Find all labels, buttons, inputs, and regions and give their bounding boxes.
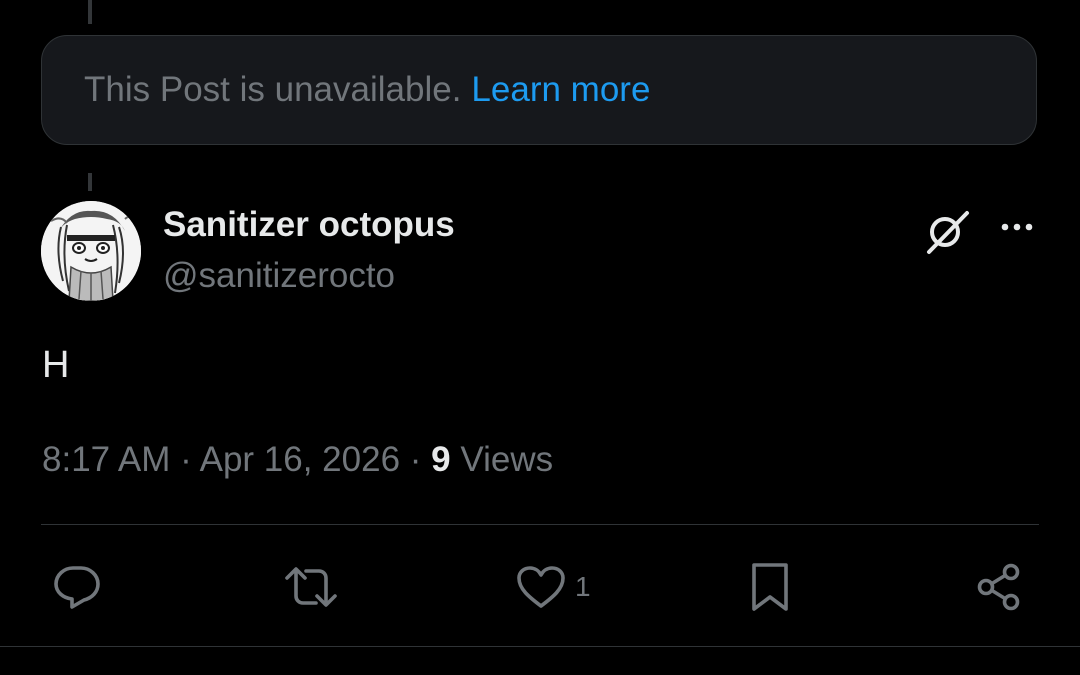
post-time[interactable]: 8:17 AM bbox=[42, 440, 170, 479]
unavailable-message: This Post is unavailable. bbox=[84, 70, 462, 109]
grok-button[interactable] bbox=[918, 204, 974, 260]
thread-connector-top bbox=[88, 0, 92, 24]
thread-connector bbox=[88, 173, 92, 191]
share-icon bbox=[977, 563, 1020, 611]
author-display-name[interactable]: Sanitizer octopus bbox=[163, 205, 455, 245]
reply-button[interactable] bbox=[52, 557, 102, 617]
post-date[interactable]: Apr 16, 2026 bbox=[200, 440, 400, 479]
bookmark-button[interactable] bbox=[748, 557, 792, 617]
like-count: 1 bbox=[575, 571, 591, 602]
divider bbox=[41, 524, 1039, 525]
more-horizontal-icon bbox=[1001, 223, 1033, 231]
share-button[interactable] bbox=[974, 557, 1024, 617]
meta-separator: · bbox=[180, 440, 192, 479]
bottom-divider bbox=[0, 646, 1080, 647]
reply-icon bbox=[54, 566, 100, 609]
unavailable-post-card: This Post is unavailable. Learn more bbox=[41, 35, 1037, 145]
views-count[interactable]: 9 bbox=[431, 440, 450, 479]
bookmark-icon bbox=[752, 563, 788, 611]
grok-icon bbox=[927, 211, 969, 254]
avatar[interactable] bbox=[41, 201, 141, 301]
meta-separator: · bbox=[409, 440, 422, 479]
like-button[interactable]: 1 bbox=[515, 557, 591, 617]
post-meta: 8:17 AM · Apr 16, 2026 · 9 Views bbox=[42, 440, 553, 480]
more-options-button[interactable] bbox=[992, 204, 1042, 250]
repost-icon bbox=[285, 567, 337, 607]
learn-more-link[interactable]: Learn more bbox=[471, 70, 650, 110]
sketch-avatar-icon bbox=[41, 201, 141, 301]
heart-icon bbox=[517, 566, 565, 608]
author-handle[interactable]: @sanitizerocto bbox=[163, 256, 395, 296]
views-label: Views bbox=[460, 440, 554, 479]
repost-button[interactable] bbox=[283, 557, 339, 617]
post-text: H bbox=[42, 344, 70, 386]
